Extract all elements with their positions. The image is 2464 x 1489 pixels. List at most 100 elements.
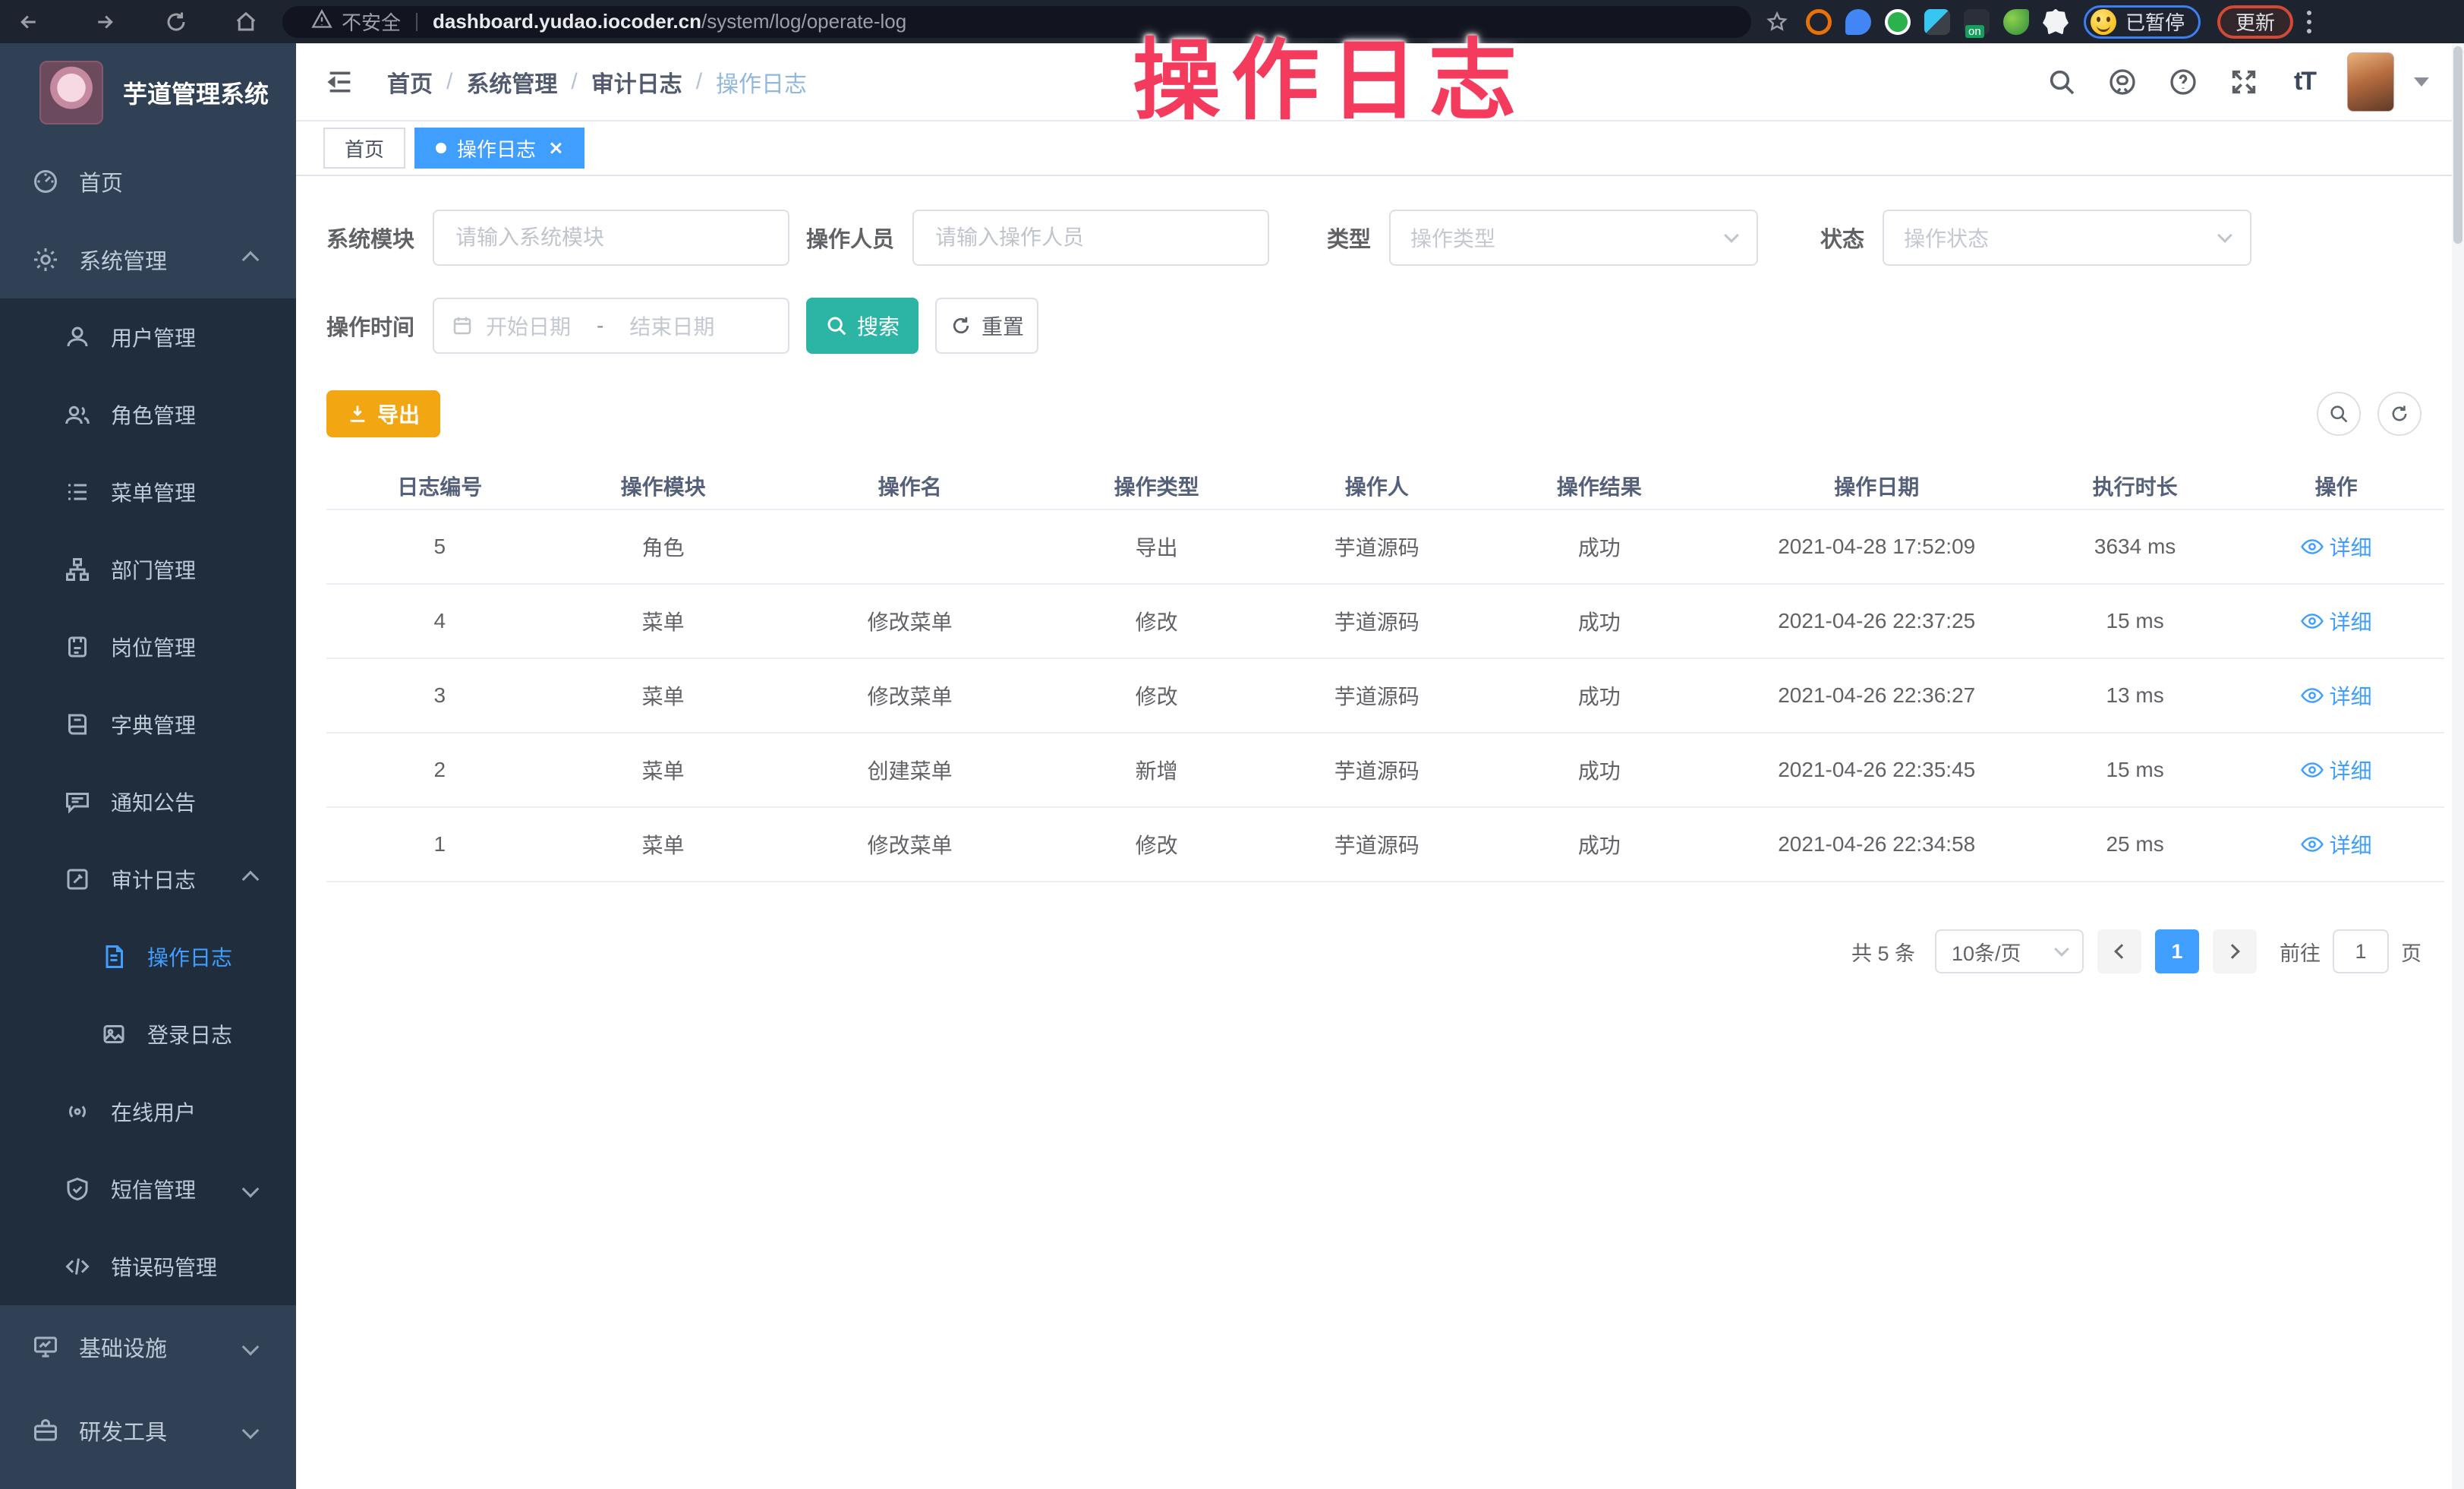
system-management-submenu: 用户管理 角色管理 菜单管理 部门管理 岗位管理 [0,298,296,1305]
detail-link[interactable]: 详细 [2301,680,2372,711]
sidebar-item-online-users[interactable]: 在线用户 [0,1073,296,1150]
sidebar-item-role-management[interactable]: 角色管理 [0,376,296,453]
caret-down-icon[interactable] [2414,77,2429,87]
scrollbar-thumb[interactable] [2453,46,2462,244]
sidebar-item-operate-log[interactable]: 操作日志 [0,918,296,995]
sidebar-item-audit-log[interactable]: 审计日志 [0,841,296,918]
sidebar-item-errorcode-management[interactable]: 错误码管理 [0,1228,296,1305]
sidebar-item-dict-management[interactable]: 字典管理 [0,686,296,763]
sidebar-item-home[interactable]: 首页 [0,142,296,220]
help-icon[interactable] [2162,61,2204,103]
bookmark-star-icon[interactable] [1762,7,1792,37]
next-page-button[interactable] [2213,929,2257,973]
calendar-icon [451,314,474,337]
extension-icon[interactable] [1885,9,1911,35]
extension-pin-icon[interactable] [1845,9,1871,35]
fullscreen-icon[interactable] [2223,61,2265,103]
browser-forward-icon[interactable] [90,7,120,37]
detail-link[interactable]: 详细 [2301,606,2372,636]
page-size-select[interactable]: 10条/页 [1935,929,2084,973]
operator-input[interactable] [912,210,1269,266]
page-number-1[interactable]: 1 [2155,929,2199,973]
toggle-search-icon[interactable] [2317,392,2361,436]
detail-link[interactable]: 详细 [2301,829,2372,860]
sidebar-item-login-log[interactable]: 登录日志 [0,995,296,1073]
extensions-puzzle-icon[interactable] [2043,9,2069,35]
pagination: 共 5 条 10条/页 1 前往 页 [326,929,2421,973]
browser-home-icon[interactable] [231,7,261,37]
url-domain[interactable]: dashboard.yudao.iocoder.cn [433,10,701,33]
export-button[interactable]: 导出 [326,390,440,437]
status-select[interactable]: 操作状态 [1883,210,2251,266]
page-scrollbar[interactable] [2452,43,2464,1489]
browser-profile-chip[interactable]: 已暂停 [2084,5,2201,39]
extension-icon[interactable] [1924,9,1950,35]
sidebar-item-user-management[interactable]: 用户管理 [0,298,296,376]
browser-address-bar[interactable]: 不安全 dashboard.yudao.iocoder.cn /system/l… [282,6,1751,38]
module-label: 系统模块 [326,222,414,254]
sidebar-item-menu-management[interactable]: 菜单管理 [0,453,296,531]
table-row[interactable]: 5 角色 导出 芋道源码 成功 2021-04-28 17:52:09 3634… [326,510,2444,585]
prev-page-button[interactable] [2097,929,2141,973]
browser-back-icon[interactable] [14,7,44,37]
extension-icon[interactable] [2003,9,2029,35]
message-icon [64,788,91,815]
time-label: 操作时间 [326,310,414,342]
sidebar-item-sms-management[interactable]: 短信管理 [0,1150,296,1228]
detail-link[interactable]: 详细 [2301,755,2372,785]
goto-page-input[interactable] [2333,929,2389,973]
sidebar-item-dev-tools[interactable]: 研发工具 [0,1389,296,1472]
tab-operate-log[interactable]: 操作日志 [414,128,584,169]
breadcrumb-home[interactable]: 首页 [387,65,433,99]
active-dot-icon [436,143,446,153]
chevron-down-icon [242,1181,260,1198]
date-range-picker[interactable]: 开始日期 - 结束日期 [433,298,789,354]
sidebar-logo[interactable]: 芋道管理系统 [0,43,296,142]
sidebar-fold-icon[interactable] [319,61,361,103]
browser-menu-kebab-icon[interactable] [2305,11,2313,33]
image-icon [100,1021,128,1048]
table-toolbar: 导出 [326,390,2421,437]
browser-reload-icon[interactable] [161,7,191,37]
close-tab-icon[interactable] [548,140,563,156]
table-row[interactable]: 3 菜单 修改菜单 修改 芋道源码 成功 2021-04-26 22:36:27… [326,659,2444,733]
breadcrumb-audit[interactable]: 审计日志 [591,65,682,99]
tab-home[interactable]: 首页 [323,128,405,169]
sidebar-item-department-management[interactable]: 部门管理 [0,531,296,608]
extension-icon[interactable]: on [1964,9,1990,35]
column-header: 操作 [2228,471,2444,501]
table-row[interactable]: 4 菜单 修改菜单 修改 芋道源码 成功 2021-04-26 22:37:25… [326,585,2444,659]
font-size-icon[interactable]: tT [2283,61,2326,103]
browser-update-button[interactable]: 更新 [2217,5,2293,39]
breadcrumb-system[interactable]: 系统管理 [466,65,557,99]
sidebar-item-infrastructure[interactable]: 基础设施 [0,1305,296,1389]
reset-button[interactable]: 重置 [935,298,1038,354]
github-icon[interactable] [2101,61,2144,103]
sidebar-item-post-management[interactable]: 岗位管理 [0,608,296,686]
url-path[interactable]: /system/log/operate-log [701,10,906,33]
filter-row-1: 系统模块 操作人员 类型 操作类型 状态 操作状态 [326,210,2421,266]
detail-link[interactable]: 详细 [2301,532,2372,562]
security-label[interactable]: 不安全 [342,8,401,36]
search-icon[interactable] [2040,61,2083,103]
extension-on-badge: on [1965,25,1984,38]
module-input[interactable] [433,210,789,266]
header-actions: tT [2022,52,2429,112]
sidebar-item-system-management[interactable]: 系统管理 [0,220,296,298]
end-date-placeholder: 结束日期 [629,311,714,341]
toolbox-icon [32,1417,59,1444]
extension-icon[interactable] [1806,9,1832,35]
eye-icon [2301,538,2324,555]
sidebar-item-notice[interactable]: 通知公告 [0,763,296,841]
document-log-icon [100,943,128,970]
user-avatar[interactable] [2347,52,2394,112]
table-row[interactable]: 2 菜单 创建菜单 新增 芋道源码 成功 2021-04-26 22:35:45… [326,733,2444,808]
shield-check-icon [64,1175,91,1203]
table-row[interactable]: 1 菜单 修改菜单 修改 芋道源码 成功 2021-04-26 22:34:58… [326,808,2444,882]
column-header: 执行时长 [2042,471,2229,501]
search-button[interactable]: 搜索 [806,298,918,354]
type-select[interactable]: 操作类型 [1389,210,1758,266]
breadcrumb-current: 操作日志 [716,65,807,99]
refresh-icon[interactable] [2377,392,2421,436]
logo-avatar [39,61,103,125]
